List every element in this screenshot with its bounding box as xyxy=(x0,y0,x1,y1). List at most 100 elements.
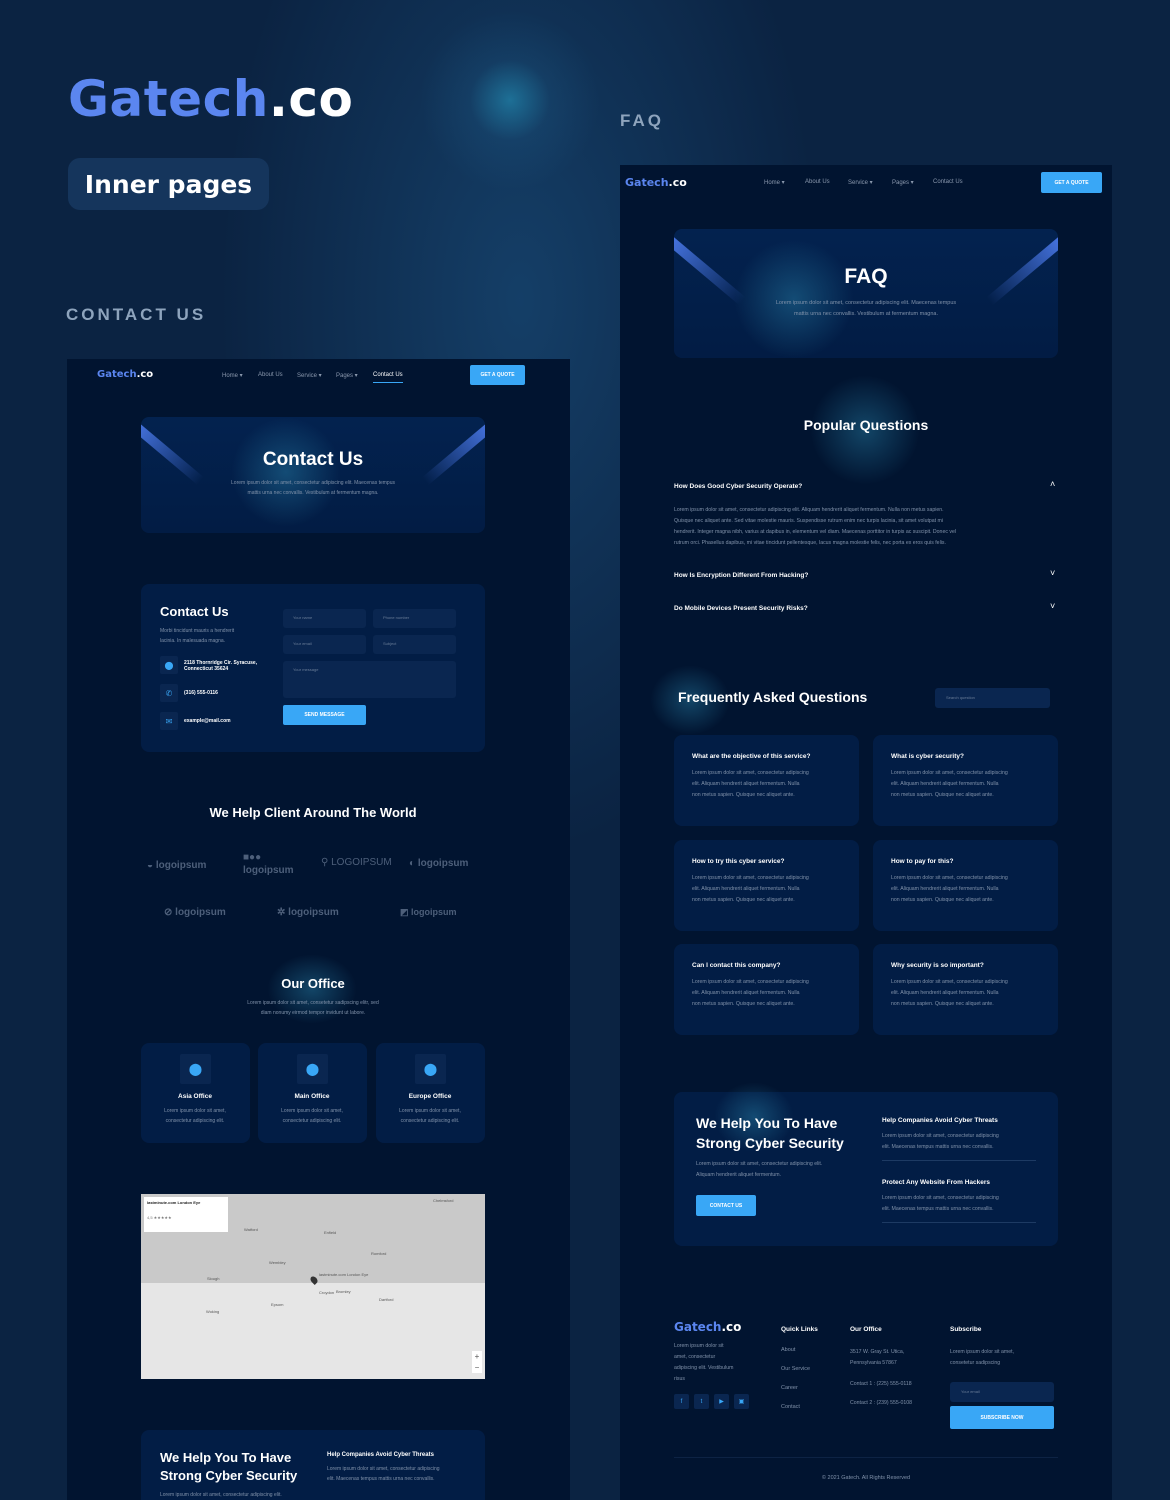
contact-us-button[interactable]: CONTACT US xyxy=(696,1195,756,1216)
section-label-faq: FAQ xyxy=(620,111,664,130)
client-logo: ⚲ LOGOIPSUM xyxy=(321,857,392,868)
nav-service[interactable]: Service ▾ xyxy=(848,179,873,186)
decor-stripe xyxy=(141,419,204,485)
footer-link[interactable]: Our Service xyxy=(781,1366,810,1372)
map-label: Watford xyxy=(244,1227,258,1232)
client-logo: ■●● logoipsum xyxy=(243,852,294,876)
faq-card[interactable]: What is cyber security? Lorem ipsum dolo… xyxy=(873,735,1058,826)
map-zoom-controls[interactable]: + − xyxy=(472,1351,482,1373)
chevron-down-icon[interactable]: ˅ xyxy=(1050,601,1055,611)
email-input[interactable]: Your email xyxy=(283,635,366,654)
subscribe-email-input[interactable]: Your email xyxy=(950,1382,1054,1402)
decor-stripe xyxy=(422,419,485,485)
divider xyxy=(882,1222,1036,1223)
subject-input[interactable]: Subject xyxy=(373,635,456,654)
nav-logo[interactable]: Gatech.co xyxy=(625,176,687,189)
faq-page-mockup: Gatech.co Home ▾ About Us Service ▾ Page… xyxy=(620,165,1112,1500)
office-map[interactable]: lastminute.com London Eye 4,5 ★★★★★ Watf… xyxy=(141,1194,485,1379)
get-quote-button[interactable]: GET A QUOTE xyxy=(1041,172,1102,193)
faq-card[interactable]: How to try this cyber service? Lorem ips… xyxy=(674,840,859,931)
copyright: © 2021 Gatech. All Rights Reserved xyxy=(821,1475,911,1481)
location-icon: ⬤ xyxy=(160,656,178,674)
nav-about[interactable]: About Us xyxy=(805,179,830,185)
map-label: Wembley xyxy=(269,1260,286,1265)
location-pin-icon: ⬤ xyxy=(297,1054,328,1084)
popular-title: Popular Questions xyxy=(803,417,929,433)
map-label: Bromley xyxy=(336,1289,351,1294)
chevron-up-icon[interactable]: ˄ xyxy=(1050,479,1055,489)
office-card: ⬤ Europe Office Lorem ipsum dolor sit am… xyxy=(376,1043,485,1143)
map-label: Chelmsford xyxy=(433,1198,454,1203)
footer-logo[interactable]: Gatech.co xyxy=(674,1320,741,1334)
clients-title: We Help Client Around The World xyxy=(209,805,417,820)
map-info-card: lastminute.com London Eye 4,5 ★★★★★ xyxy=(144,1197,228,1232)
nav-pages[interactable]: Pages ▾ xyxy=(892,179,914,186)
map-label: Croydon xyxy=(319,1290,335,1295)
footer-link[interactable]: About xyxy=(781,1347,795,1353)
nav-logo[interactable]: Gatech.co xyxy=(97,369,153,380)
nav-about[interactable]: About Us xyxy=(258,372,283,378)
chevron-down-icon[interactable]: ˅ xyxy=(1050,568,1055,578)
faq-title: Frequently Asked Questions xyxy=(678,689,868,705)
footer-link[interactable]: Contact xyxy=(781,1404,800,1410)
get-quote-button[interactable]: GET A QUOTE xyxy=(470,365,525,385)
hero-title: Contact Us xyxy=(262,449,364,470)
faq-card[interactable]: How to pay for this? Lorem ipsum dolor s… xyxy=(873,840,1058,931)
nav-home[interactable]: Home ▾ xyxy=(222,372,243,379)
phone-input[interactable]: Phone number xyxy=(373,609,456,628)
section-label-contact: CONTACT US xyxy=(66,305,207,324)
nav-contact[interactable]: Contact Us xyxy=(933,179,963,185)
nav-home[interactable]: Home ▾ xyxy=(764,179,785,186)
inner-pages-badge: Inner pages xyxy=(68,158,269,210)
divider xyxy=(882,1160,1036,1161)
facebook-icon[interactable]: f xyxy=(674,1394,689,1409)
map-label: Slough xyxy=(207,1276,220,1281)
name-input[interactable]: Your name xyxy=(283,609,366,628)
faq-card[interactable]: Can I contact this company? Lorem ipsum … xyxy=(674,944,859,1035)
office-card: ⬤ Asia Office Lorem ipsum dolor sit amet… xyxy=(141,1043,250,1143)
contact-hero: Contact Us Lorem ipsum dolor sit amet, c… xyxy=(141,417,485,533)
faq-card[interactable]: Why security is so important? Lorem ipsu… xyxy=(873,944,1058,1035)
mail-icon: ✉ xyxy=(160,712,178,730)
footer-link[interactable]: Career xyxy=(781,1385,798,1391)
decor-stripe xyxy=(986,233,1058,305)
youtube-icon[interactable]: ▶ xyxy=(714,1394,729,1409)
accordion-question[interactable]: How Does Good Cyber Security Operate? xyxy=(674,483,802,490)
client-logo: ◩ logoipsum xyxy=(400,907,457,917)
send-message-button[interactable]: SEND MESSAGE xyxy=(283,705,366,725)
subscribe-button[interactable]: SUBSCRIBE NOW xyxy=(950,1406,1054,1429)
office-card: ⬤ Main Office Lorem ipsum dolor sit amet… xyxy=(258,1043,367,1143)
nav-service[interactable]: Service ▾ xyxy=(297,372,322,379)
client-logo: ◒ logoipsum xyxy=(147,860,207,871)
accordion-question[interactable]: How Is Encryption Different From Hacking… xyxy=(674,572,808,579)
phone-icon: ✆ xyxy=(160,684,178,702)
location-pin-icon: ⬤ xyxy=(415,1054,446,1084)
nav-pages[interactable]: Pages ▾ xyxy=(336,372,358,379)
contact-form-card: Contact Us Morbi tincidunt mauris a hend… xyxy=(141,584,485,752)
form-title: Contact Us xyxy=(160,604,229,619)
promo-card: We Help You To Have Strong Cyber Securit… xyxy=(141,1430,485,1500)
message-textarea[interactable]: Your message xyxy=(283,661,456,698)
map-label: Woking xyxy=(206,1309,220,1314)
showcase-brand: Gatech.co xyxy=(68,70,354,128)
map-label: Dartford xyxy=(379,1297,394,1302)
map-label: Epsom xyxy=(271,1302,284,1307)
faq-hero: FAQ Lorem ipsum dolor sit amet, consecte… xyxy=(674,229,1058,358)
nav-contact-active[interactable]: Contact Us xyxy=(373,372,403,383)
accordion-question[interactable]: Do Mobile Devices Present Security Risks… xyxy=(674,605,808,612)
location-pin-icon: ⬤ xyxy=(180,1054,211,1084)
hero-title: FAQ xyxy=(844,265,888,288)
divider xyxy=(674,1457,1058,1458)
client-logo: ✲ logoipsum xyxy=(277,907,339,918)
map-label: Romford xyxy=(371,1251,387,1256)
map-label: lastminute.com London Eye xyxy=(319,1272,369,1277)
map-pin-icon[interactable] xyxy=(309,1275,319,1285)
search-question-input[interactable]: Search question xyxy=(935,688,1050,708)
twitch-icon[interactable]: ▣ xyxy=(734,1394,749,1409)
contact-page-mockup: Gatech.co Home ▾ About Us Service ▾ Page… xyxy=(67,359,570,1500)
promo-card: We Help You To Have Strong Cyber Securit… xyxy=(674,1082,1058,1246)
twitter-icon[interactable]: t xyxy=(694,1394,709,1409)
map-label: Enfield xyxy=(324,1230,337,1235)
office-title: Our Office xyxy=(281,976,345,991)
faq-card[interactable]: What are the objective of this service? … xyxy=(674,735,859,826)
